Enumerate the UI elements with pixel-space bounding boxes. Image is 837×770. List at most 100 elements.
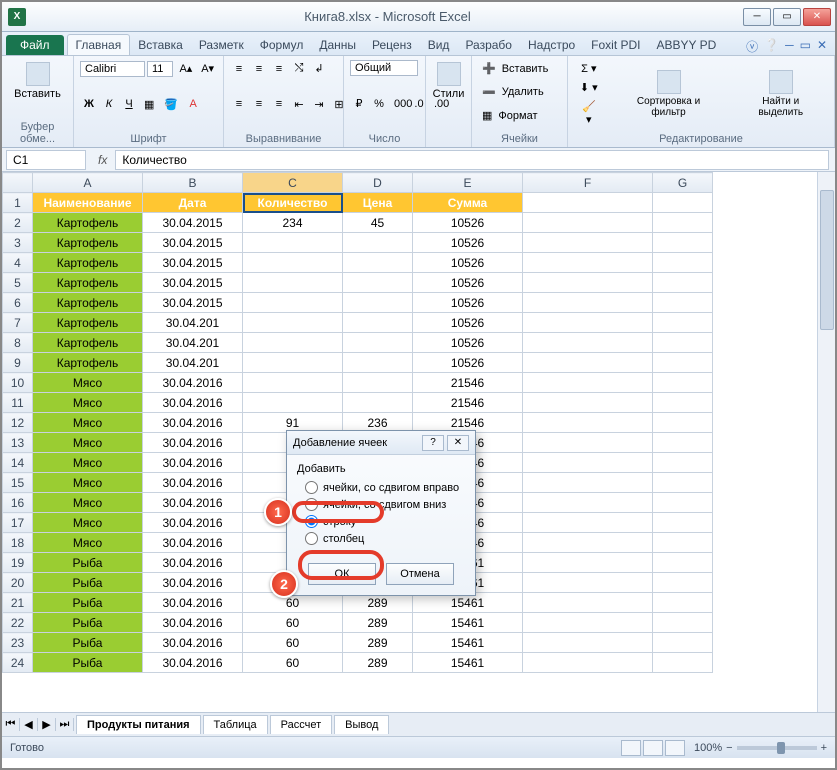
cell[interactable]: [243, 293, 343, 313]
insert-cells-button[interactable]: ➕: [478, 60, 500, 77]
cell[interactable]: 21546: [413, 393, 523, 413]
cell[interactable]: 30.04.2016: [143, 533, 243, 553]
cell[interactable]: [653, 553, 713, 573]
cell[interactable]: [523, 313, 653, 333]
cell[interactable]: [653, 653, 713, 673]
name-box[interactable]: C1: [6, 150, 86, 170]
cell[interactable]: 10526: [413, 313, 523, 333]
cell[interactable]: Мясо: [33, 513, 143, 533]
cell[interactable]: Картофель: [33, 333, 143, 353]
cell[interactable]: Картофель: [33, 273, 143, 293]
dialog-close-button[interactable]: ✕: [447, 435, 469, 451]
find-select-button[interactable]: Найти и выделить: [734, 68, 829, 120]
increase-font-icon[interactable]: A▴: [175, 60, 195, 77]
cell[interactable]: Мясо: [33, 433, 143, 453]
cell[interactable]: 30.04.2016: [143, 593, 243, 613]
row-header-20[interactable]: 20: [3, 573, 33, 593]
cell[interactable]: [343, 293, 413, 313]
align-left-icon[interactable]: ≡: [230, 96, 248, 112]
cell[interactable]: [523, 473, 653, 493]
sort-filter-button[interactable]: Сортировка и фильтр: [614, 68, 724, 120]
dialog-help-button[interactable]: ?: [422, 435, 444, 451]
cell[interactable]: 289: [343, 653, 413, 673]
cell[interactable]: [523, 413, 653, 433]
cell[interactable]: 30.04.2015: [143, 233, 243, 253]
row-header-6[interactable]: 6: [3, 293, 33, 313]
cell[interactable]: [523, 573, 653, 593]
cell[interactable]: [653, 353, 713, 373]
cell[interactable]: [243, 333, 343, 353]
column-header-A[interactable]: A: [33, 173, 143, 193]
cell[interactable]: [653, 533, 713, 553]
cell[interactable]: [653, 613, 713, 633]
sheet-nav-next[interactable]: ▶: [38, 718, 56, 731]
cell[interactable]: [243, 373, 343, 393]
cell[interactable]: 30.04.2015: [143, 253, 243, 273]
cell[interactable]: [653, 373, 713, 393]
zoom-level[interactable]: 100%: [694, 742, 722, 754]
view-pagebreak-button[interactable]: [665, 740, 685, 756]
cell[interactable]: 60: [243, 613, 343, 633]
cell[interactable]: [653, 393, 713, 413]
decrease-indent-icon[interactable]: ⇤: [290, 96, 308, 113]
formula-input[interactable]: Количество: [115, 150, 829, 170]
cell[interactable]: Картофель: [33, 313, 143, 333]
cell[interactable]: 30.04.2016: [143, 553, 243, 573]
font-color-button[interactable]: A: [184, 96, 202, 112]
row-header-14[interactable]: 14: [3, 453, 33, 473]
align-middle-icon[interactable]: ≡: [250, 61, 268, 77]
row-header-21[interactable]: 21: [3, 593, 33, 613]
row-header-15[interactable]: 15: [3, 473, 33, 493]
align-center-icon[interactable]: ≡: [250, 96, 268, 112]
tab-data[interactable]: Данны: [311, 35, 364, 55]
tab-foxit[interactable]: Foxit PDI: [583, 35, 648, 55]
cell[interactable]: 30.04.2016: [143, 513, 243, 533]
tab-insert[interactable]: Вставка: [130, 35, 191, 55]
cell[interactable]: [653, 593, 713, 613]
row-header-7[interactable]: 7: [3, 313, 33, 333]
tab-developer[interactable]: Разрабо: [457, 35, 520, 55]
worksheet-grid[interactable]: ABCDEFG1НаименованиеДатаКоличествоЦенаСу…: [2, 172, 835, 712]
cell[interactable]: 30.04.2016: [143, 453, 243, 473]
cell[interactable]: [523, 433, 653, 453]
row-header-8[interactable]: 8: [3, 333, 33, 353]
scrollbar-thumb[interactable]: [820, 190, 834, 330]
font-size-dropdown[interactable]: 11: [147, 61, 173, 77]
dialog-cancel-button[interactable]: Отмена: [386, 563, 454, 585]
cell[interactable]: Мясо: [33, 393, 143, 413]
cell[interactable]: [523, 333, 653, 353]
cell[interactable]: [523, 593, 653, 613]
cell[interactable]: [653, 233, 713, 253]
percent-icon[interactable]: %: [370, 96, 388, 112]
row-header-16[interactable]: 16: [3, 493, 33, 513]
close-button[interactable]: ✕: [803, 8, 831, 26]
cell[interactable]: 30.04.2016: [143, 633, 243, 653]
cell[interactable]: 30.04.2016: [143, 573, 243, 593]
cell[interactable]: [243, 273, 343, 293]
cell[interactable]: [523, 353, 653, 373]
cell[interactable]: Картофель: [33, 253, 143, 273]
row-header-1[interactable]: 1: [3, 193, 33, 213]
row-header-19[interactable]: 19: [3, 553, 33, 573]
cell[interactable]: [523, 633, 653, 653]
cell[interactable]: Мясо: [33, 473, 143, 493]
cell[interactable]: [343, 333, 413, 353]
cell[interactable]: Рыба: [33, 573, 143, 593]
cell[interactable]: Мясо: [33, 413, 143, 433]
cell[interactable]: Рыба: [33, 633, 143, 653]
cell[interactable]: 10526: [413, 293, 523, 313]
styles-button[interactable]: Стили: [432, 60, 465, 102]
column-header-G[interactable]: G: [653, 173, 713, 193]
row-header-5[interactable]: 5: [3, 273, 33, 293]
cell[interactable]: 30.04.2016: [143, 493, 243, 513]
cell[interactable]: 10526: [413, 233, 523, 253]
sheet-tab-2[interactable]: Таблица: [203, 715, 268, 734]
row-header-10[interactable]: 10: [3, 373, 33, 393]
radio-entire-column[interactable]: столбец: [297, 530, 465, 547]
zoom-slider[interactable]: [737, 746, 817, 750]
cell[interactable]: [243, 253, 343, 273]
bold-button[interactable]: Ж: [80, 96, 98, 112]
fx-icon[interactable]: fx: [90, 153, 115, 167]
cell[interactable]: [523, 393, 653, 413]
align-top-icon[interactable]: ≡: [230, 61, 248, 77]
